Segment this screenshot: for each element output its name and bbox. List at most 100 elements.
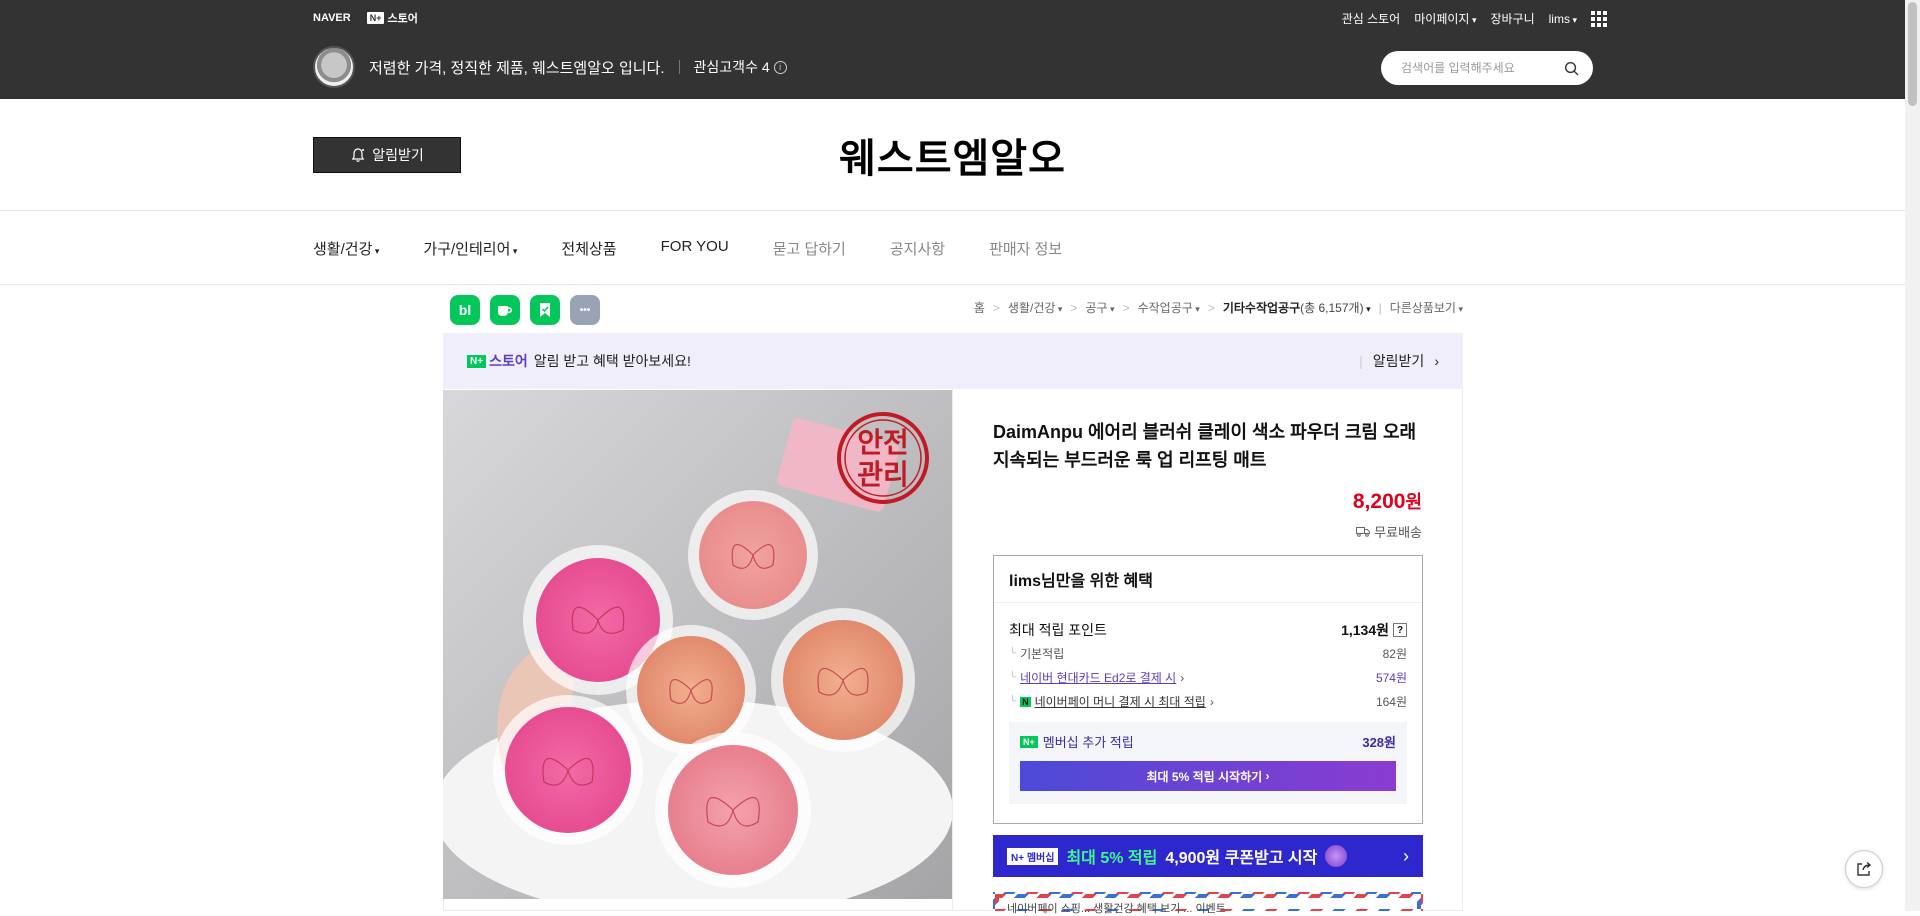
coupon-highlight: 최대 5% 적립 (1066, 850, 1158, 867)
more-share-icon[interactable]: ••• (570, 295, 600, 325)
membership-value: 328원 (1362, 735, 1396, 750)
store-avatar[interactable] (313, 46, 355, 88)
scrollbar[interactable] (1905, 0, 1920, 911)
breadcrumb-category-4-label: 기타수작업공구 (1222, 301, 1301, 315)
nplus-store-logo[interactable]: N+ 스토어 (366, 10, 418, 26)
product-title: DaimAnpu 에어리 블러쉬 클레이 색소 파우더 크림 오래 지속되는 부… (993, 422, 1417, 470)
search-icon[interactable] (1564, 61, 1579, 76)
nplus-store-label: 스토어 (387, 13, 418, 25)
category-nav: 생활/건강 가구/인테리어 전체상품 FOR YOU 묻고 답하기 공지사항 판… (313, 238, 1062, 259)
category-all-products[interactable]: 전체상품 (561, 238, 616, 259)
chevron-right-icon: › (1209, 694, 1214, 709)
shipping-info: 무료배송 (1356, 522, 1422, 541)
category-living-health[interactable]: 생활/건강 (313, 238, 379, 259)
category-seller-info[interactable]: 판매자 정보 (989, 238, 1062, 259)
nplus-icon: N+ (1020, 735, 1038, 748)
scrollbar-thumb[interactable] (1908, 2, 1917, 106)
chevron-right-icon: › (1180, 670, 1185, 685)
category-notice[interactable]: 공지사항 (890, 238, 945, 259)
divider: | (1359, 353, 1363, 369)
share-button[interactable] (1845, 850, 1883, 888)
mypage-link[interactable]: 마이페이지 (1414, 10, 1476, 27)
pay-points-row: N 네이버페이 머니 결제 시 최대 적립› 164원 (1009, 693, 1407, 710)
max-points-row: 최대 적립 포인트 1,134원 ? (1009, 620, 1407, 640)
user-menu: 관심 스토어 마이페이지 장바구니 lims (1342, 10, 1607, 27)
search-box (1381, 51, 1593, 85)
store-info: 저렴한 가격, 정직한 제품, 웨스트엠알오 입니다. 관심고객수 4 i (313, 46, 787, 88)
event-banner-text: 네이버페이 쇼핑... 생활건강 혜택 보기 ... 이벤트 (999, 898, 1417, 915)
notification-action[interactable]: | 알림받기 › (1359, 351, 1439, 371)
breadcrumb-category-3[interactable]: 수작업공구 (1138, 299, 1200, 316)
membership-start-button[interactable]: 최대 5% 적립 시작하기 › (1020, 761, 1396, 791)
breadcrumb-category-4[interactable]: 기타수작업공구(총 6,157개) (1223, 299, 1371, 316)
cart-link[interactable]: 장바구니 (1490, 10, 1534, 27)
coupon-text: N+ 멤버십 최대 5% 적립 4,900원 쿠폰받고 시작 (1007, 844, 1348, 868)
price-value: 8,200 (1352, 490, 1406, 513)
store-title[interactable]: 웨스트엠알오 (0, 126, 1905, 184)
membership-badge: N+ 멤버십 (1007, 847, 1059, 865)
membership-start-label: 최대 5% 적립 시작하기 (1146, 769, 1263, 784)
fans-count-text: 관심고객수 4 (693, 59, 770, 75)
notification-action-label: 알림받기 (1372, 353, 1425, 369)
favorite-stores-link[interactable]: 관심 스토어 (1342, 10, 1401, 27)
help-icon[interactable]: ? (1393, 623, 1407, 637)
membership-box: N+ 멤버십 추가 적립 328원 최대 5% 적립 시작하기 › (1009, 722, 1407, 804)
card-points-link[interactable]: 네이버 현대카드 Ed2로 결제 시 (1020, 669, 1176, 686)
price-unit: 원 (1405, 492, 1422, 512)
breadcrumb-home[interactable]: 홈 (974, 299, 985, 316)
divider (952, 389, 953, 911)
safety-stamp-line2: 관리 (857, 458, 909, 491)
gift-icon (1325, 845, 1348, 867)
divider (0, 210, 1905, 211)
more-glyph: ••• (579, 304, 591, 316)
chevron-right-icon: › (1434, 353, 1439, 369)
benefit-header: lims님만을 위한 혜택 (994, 556, 1422, 603)
divider (0, 284, 1905, 285)
bookmark-share-icon[interactable] (530, 295, 560, 325)
cafe-cup-icon (498, 306, 512, 316)
safety-stamp-line1: 안전 (857, 426, 909, 459)
membership-row: N+ 멤버십 추가 적립 328원 (1020, 732, 1396, 751)
product-image[interactable]: 안전 관리 (443, 390, 952, 899)
info-icon[interactable]: i (773, 60, 787, 74)
membership-coupon-banner[interactable]: N+ 멤버십 최대 5% 적립 4,900원 쿠폰받고 시작 › (993, 835, 1423, 877)
breadcrumb: 홈> 생활/건강> 공구> 수작업공구> 기타수작업공구(총 6,157개) |… (974, 299, 1463, 316)
basic-points-value: 82원 (1382, 647, 1407, 661)
shipping-text: 무료배송 (1374, 525, 1422, 540)
apps-grid-icon[interactable] (1591, 10, 1607, 27)
store-description: 저렴한 가격, 정직한 제품, 웨스트엠알오 입니다. (369, 59, 665, 77)
product-photo: 안전 관리 (443, 390, 952, 899)
notification-message: 알림 받고 혜택 받아보세요! (533, 353, 691, 369)
card-points-row: 네이버 현대카드 Ed2로 결제 시 › 574원 (1009, 669, 1407, 686)
npay-icon: N (1020, 696, 1031, 707)
other-products-link[interactable]: 다른상품보기 (1390, 299, 1463, 316)
top-header (0, 0, 1905, 99)
card-points-value: 574원 (1375, 671, 1407, 685)
coupon-message: 4,900원 쿠폰받고 시작 (1165, 850, 1318, 867)
divider (678, 60, 680, 74)
breadcrumb-count: (총 6,157개) (1300, 301, 1364, 315)
notification-banner-text: N+ 스토어 알림 받고 혜택 받아보세요! (467, 351, 691, 371)
pay-points-value: 164원 (1375, 695, 1407, 709)
event-banner[interactable]: 네이버페이 쇼핑... 생활건강 혜택 보기 ... 이벤트 (993, 892, 1423, 915)
chevron-right-icon: › (1403, 845, 1409, 866)
basic-points-label: 기본적립 (1020, 647, 1065, 661)
search-input[interactable] (1401, 61, 1561, 75)
category-qna[interactable]: 묻고 답하기 (773, 238, 846, 259)
breadcrumb-category-1[interactable]: 생활/건강 (1008, 299, 1063, 316)
breadcrumb-category-2[interactable]: 공구 (1085, 299, 1114, 316)
pay-points-link[interactable]: 네이버페이 머니 결제 시 최대 적립 (1035, 693, 1206, 710)
naver-logo[interactable]: NAVER (313, 12, 351, 24)
blog-share-icon[interactable]: bl (450, 295, 480, 325)
fans-count: 관심고객수 4 i (694, 57, 787, 77)
max-points-value: 1,134원 (1341, 622, 1389, 638)
notification-banner[interactable]: N+ 스토어 알림 받고 혜택 받아보세요! | 알림받기 › (443, 333, 1463, 389)
category-for-you[interactable]: FOR YOU (661, 238, 729, 259)
product-price: 8,200원 (1353, 488, 1422, 514)
user-account-link[interactable]: lims (1549, 12, 1577, 26)
membership-label: 멤버십 추가 적립 (1042, 735, 1134, 750)
nplus-box: N+ (366, 12, 385, 24)
category-furniture[interactable]: 가구/인테리어 (423, 238, 517, 259)
nplus-store-label: 스토어 (489, 353, 528, 369)
cafe-share-icon[interactable] (490, 295, 520, 325)
